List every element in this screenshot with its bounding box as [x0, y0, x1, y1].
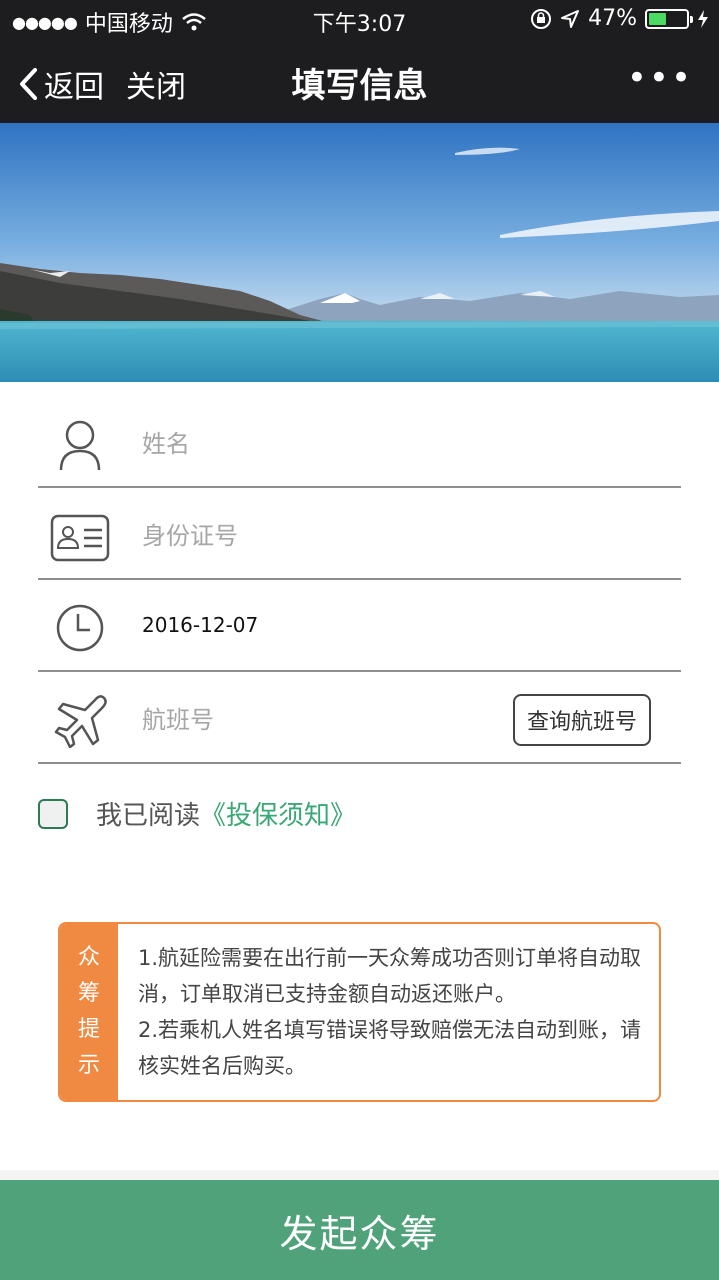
agreement-row: 我已阅读 《投保须知》: [38, 795, 356, 832]
id-card-icon: [50, 514, 110, 562]
status-bar: ●●●●● 中国移动 下午3:07 47%: [0, 0, 719, 40]
status-right: 47%: [530, 6, 709, 31]
date-value: 2016-12-07: [142, 613, 259, 637]
airplane-icon: [54, 695, 107, 748]
page-title: 填写信息: [291, 66, 428, 106]
notice-tag-char: 筹: [77, 981, 100, 1006]
lake-mountain-illustration: [0, 123, 719, 382]
flight-row: 航班号 查询航班号: [38, 672, 681, 764]
notice-tag-char: 众: [77, 945, 100, 970]
id-number-placeholder: 身份证号: [142, 521, 238, 550]
insurance-terms-link[interactable]: 《投保须知》: [200, 795, 356, 832]
user-icon: [59, 420, 101, 471]
battery-fill: [649, 12, 666, 25]
agreement-checkbox[interactable]: [38, 798, 68, 829]
query-flight-button[interactable]: 查询航班号: [513, 694, 651, 746]
notice-tag-char: 示: [77, 1053, 100, 1078]
crowdfunding-notice: 众 筹 提 示 1.航延险需要在出行前一天众筹成功否则订单将自动取消，订单取消已…: [58, 922, 661, 1102]
battery-icon: [645, 8, 693, 29]
start-crowdfunding-button[interactable]: 发起众筹: [0, 1180, 719, 1280]
submit-divider: [0, 1170, 719, 1180]
flight-input[interactable]: 航班号: [142, 672, 214, 762]
id-number-row: 身份证号: [38, 488, 681, 580]
notice-tag: 众 筹 提 示: [60, 924, 118, 1100]
battery-percent: 47%: [588, 6, 637, 31]
notice-line: 1.航延险需要在出行前一天众筹成功否则订单将自动取消，订单取消已支持金额自动返还…: [138, 946, 642, 1006]
id-number-input[interactable]: 身份证号: [142, 488, 238, 578]
nav-bar: 返回 关闭 填写信息 •••: [0, 40, 719, 123]
name-placeholder: 姓名: [142, 429, 190, 458]
clock-icon: [56, 604, 104, 652]
banner-image: [0, 123, 719, 382]
more-menu-button[interactable]: •••: [627, 58, 693, 98]
location-arrow-icon: [561, 9, 580, 28]
flight-placeholder: 航班号: [142, 705, 214, 734]
name-row: 姓名: [38, 396, 681, 488]
name-input[interactable]: 姓名: [142, 396, 190, 486]
date-row: 2016-12-07: [38, 580, 681, 672]
notice-line: 2.若乘机人姓名填写错误将导致赔偿无法自动到账，请核实姓名后购买。: [138, 1018, 642, 1078]
charging-bolt-icon: [698, 9, 708, 28]
notice-tag-char: 提: [77, 1017, 100, 1042]
notice-text: 1.航延险需要在出行前一天众筹成功否则订单将自动取消，订单取消已支持金额自动返还…: [138, 940, 645, 1084]
rotation-lock-icon: [531, 8, 552, 29]
agreement-prefix: 我已阅读: [96, 801, 201, 831]
date-input[interactable]: 2016-12-07: [142, 580, 258, 670]
